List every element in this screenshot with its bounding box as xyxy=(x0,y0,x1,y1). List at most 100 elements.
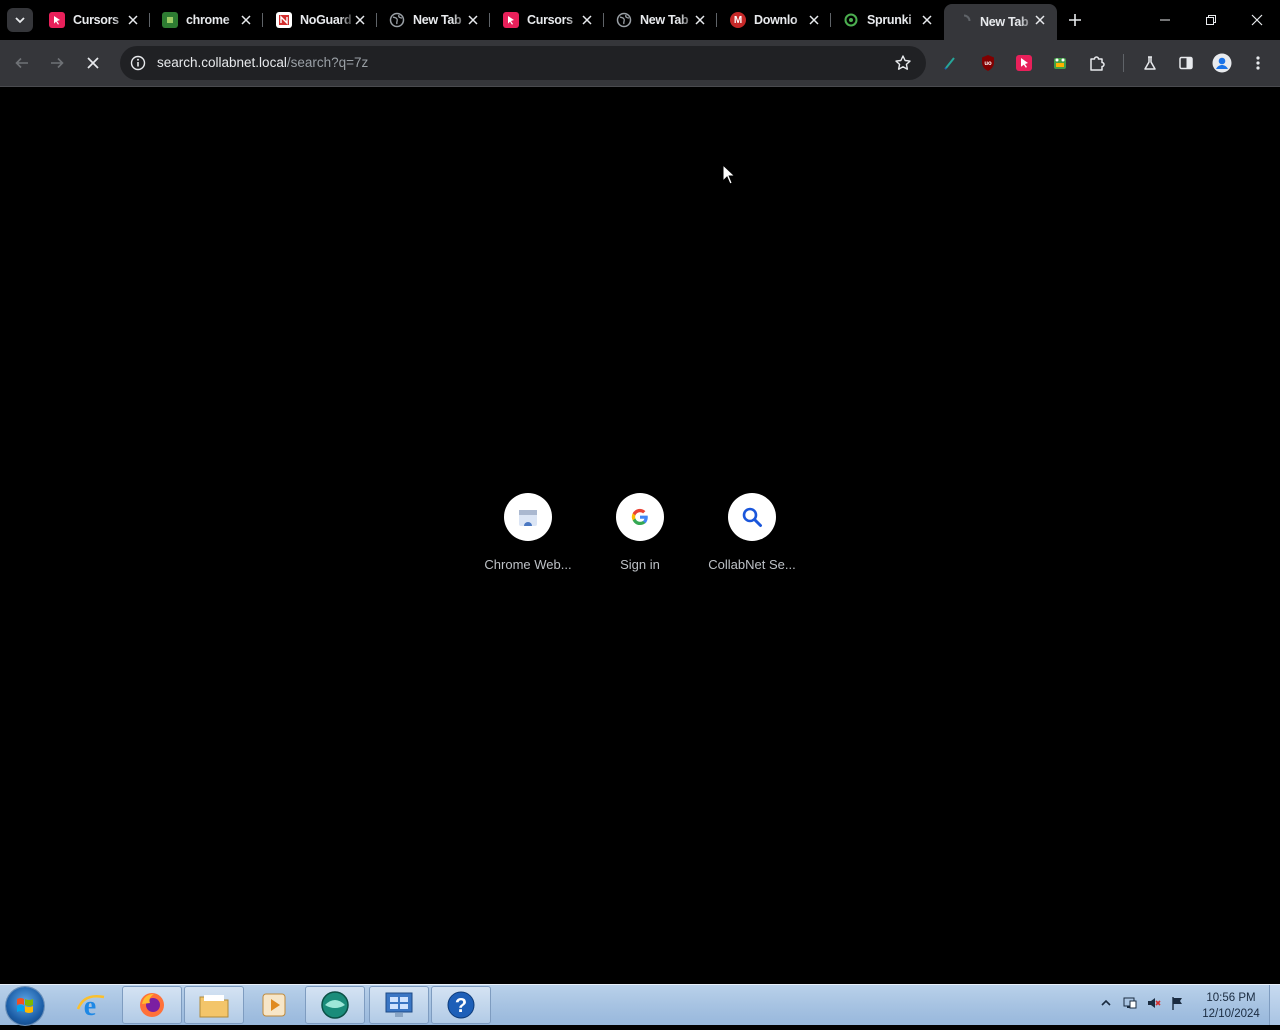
cursor-extension-icon[interactable] xyxy=(1014,53,1034,73)
minimize-icon xyxy=(1160,19,1170,21)
clock-time: 10:56 PM xyxy=(1206,992,1256,1004)
close-icon[interactable] xyxy=(580,13,594,27)
loading-spinner-icon xyxy=(956,13,972,29)
shortcut-label: Sign in xyxy=(620,557,660,572)
close-icon[interactable] xyxy=(239,13,253,27)
clock-date: 12/10/2024 xyxy=(1202,1008,1260,1020)
chat-icon xyxy=(321,991,349,1019)
shortcut-sign-in[interactable]: Sign in xyxy=(584,493,696,572)
taskbar-clock[interactable]: 10:56 PM 12/10/2024 xyxy=(1196,990,1266,1022)
tab-new-tab-2[interactable]: New Tab xyxy=(604,6,717,34)
forward-arrow-icon xyxy=(51,57,64,69)
control-panel-icon xyxy=(385,992,413,1017)
back-button[interactable] xyxy=(10,51,34,75)
close-icon[interactable] xyxy=(466,13,480,27)
tab-search-button[interactable] xyxy=(7,8,33,32)
labs-flask-icon[interactable] xyxy=(1140,53,1160,73)
sprunki-favicon-icon xyxy=(843,12,859,28)
tab-title: NoGuard xyxy=(300,13,352,27)
kebab-menu-icon[interactable] xyxy=(1248,53,1268,73)
start-button[interactable] xyxy=(6,987,44,1025)
chrome-web-store-icon xyxy=(519,510,537,526)
network-icon[interactable] xyxy=(1122,995,1138,1011)
profile-avatar-icon[interactable] xyxy=(1212,53,1232,73)
action-center-flag-icon[interactable] xyxy=(1170,995,1186,1011)
svg-text:uo: uo xyxy=(984,61,992,67)
shortcut-icon-circle xyxy=(616,493,664,541)
close-icon[interactable] xyxy=(807,13,821,27)
shortcut-icon-circle xyxy=(504,493,552,541)
google-icon xyxy=(631,508,648,526)
forward-button[interactable] xyxy=(45,51,69,75)
tab-sprunki[interactable]: Sprunki xyxy=(831,6,944,34)
tab-separator xyxy=(262,13,263,27)
search-icon xyxy=(742,507,762,527)
puzzle-favicon-icon xyxy=(162,12,178,28)
close-icon[interactable] xyxy=(693,13,707,27)
taskbar-chat-app[interactable] xyxy=(305,986,365,1024)
tab-strip: Cursors chrome NoGuard New Tab Cursors N… xyxy=(0,0,1280,40)
new-tab-plus-icon[interactable] xyxy=(1065,10,1085,30)
mouse-cursor-icon xyxy=(722,164,736,185)
restore-button[interactable] xyxy=(1188,0,1234,40)
svg-text:?: ? xyxy=(455,995,467,1017)
bookmark-star-icon[interactable] xyxy=(894,54,912,72)
close-icon[interactable] xyxy=(1033,13,1047,27)
tab-separator xyxy=(489,13,490,27)
m-favicon-icon: M xyxy=(730,12,746,28)
internet-explorer-icon: e xyxy=(76,991,105,1021)
stop-loading-button[interactable] xyxy=(81,51,105,75)
back-arrow-icon xyxy=(15,57,28,69)
url-host: search.collabnet.local xyxy=(157,55,287,70)
frog-extension-icon[interactable] xyxy=(1050,53,1070,73)
close-icon xyxy=(1251,14,1263,26)
pen-extension-icon[interactable] xyxy=(940,53,960,73)
tray-expand-arrow-icon[interactable] xyxy=(1098,995,1114,1011)
close-icon[interactable] xyxy=(353,13,367,27)
url-text[interactable]: search.collabnet.local/search?q=7z xyxy=(157,55,368,70)
tab-cursors-1[interactable]: Cursors xyxy=(37,6,150,34)
show-desktop-button[interactable] xyxy=(1269,985,1280,1025)
address-bar[interactable]: search.collabnet.local/search?q=7z xyxy=(120,46,926,80)
restore-icon xyxy=(1206,15,1216,25)
taskbar-firefox[interactable] xyxy=(122,986,182,1024)
shortcut-collabnet-search[interactable]: CollabNet Se... xyxy=(696,493,808,572)
tab-separator xyxy=(716,13,717,27)
firefox-icon xyxy=(140,993,164,1017)
globe-favicon-icon xyxy=(389,12,405,28)
taskbar-control-panel[interactable] xyxy=(369,986,429,1024)
shortcut-icon-circle xyxy=(728,493,776,541)
shortcut-label: Chrome Web... xyxy=(484,557,572,572)
url-path: /search?q=7z xyxy=(286,55,369,70)
tab-title: Cursors xyxy=(73,13,119,27)
tab-chrome[interactable]: chrome xyxy=(150,6,263,34)
tab-title: New Tab xyxy=(640,13,689,27)
taskbar-file-explorer[interactable] xyxy=(184,986,244,1024)
tab-title: chrome xyxy=(186,13,230,27)
chevron-down-icon xyxy=(15,17,25,24)
tab-cursors-2[interactable]: Cursors xyxy=(491,6,604,34)
toolbar-separator xyxy=(1123,54,1124,72)
site-info-icon[interactable] xyxy=(130,55,146,71)
close-window-button[interactable] xyxy=(1234,0,1280,40)
tab-new-tab-1[interactable]: New Tab xyxy=(377,6,490,34)
windows-logo-icon xyxy=(17,998,33,1013)
stop-x-icon xyxy=(87,57,99,69)
minimize-button[interactable] xyxy=(1142,0,1188,40)
tab-download[interactable]: M Downlo xyxy=(718,6,831,34)
volume-muted-icon[interactable] xyxy=(1146,995,1162,1011)
close-icon[interactable] xyxy=(920,13,934,27)
side-panel-icon[interactable] xyxy=(1176,53,1196,73)
cursor-favicon-icon xyxy=(49,12,65,28)
tab-noguard[interactable]: NoGuard xyxy=(264,6,377,34)
shortcut-chrome-web-store[interactable]: Chrome Web... xyxy=(472,493,584,572)
taskbar-media-player[interactable] xyxy=(244,986,304,1024)
tab-title: Sprunki xyxy=(867,13,912,27)
ublock-extension-icon[interactable]: uo xyxy=(978,53,998,73)
taskbar-help[interactable]: ? xyxy=(431,986,491,1024)
windows-taskbar: e ? 10:56 PM 12/10/2024 xyxy=(0,984,1280,1025)
tab-new-tab-active[interactable]: New Tab xyxy=(944,4,1057,40)
close-icon[interactable] xyxy=(126,13,140,27)
extensions-puzzle-icon[interactable] xyxy=(1087,53,1107,73)
taskbar-internet-explorer[interactable]: e xyxy=(60,986,120,1024)
